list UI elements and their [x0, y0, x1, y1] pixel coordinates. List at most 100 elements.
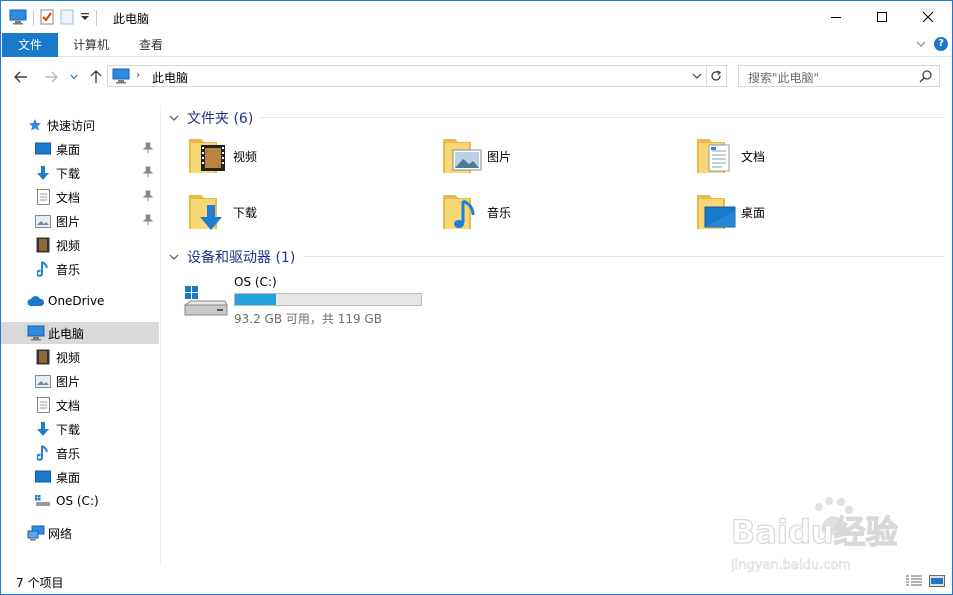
- tab-file[interactable]: 文件: [2, 33, 58, 57]
- drive-name: OS (C:): [234, 275, 277, 289]
- refresh-button[interactable]: [705, 65, 727, 87]
- recent-locations-button[interactable]: [69, 69, 79, 85]
- sidebar-item-pc-desktop[interactable]: 桌面: [1, 466, 159, 488]
- star-icon: [27, 117, 43, 133]
- minimize-button[interactable]: [813, 1, 859, 33]
- pin-icon[interactable]: [142, 142, 154, 157]
- search-placeholder: 搜索"此电脑": [748, 71, 820, 85]
- help-icon[interactable]: ?: [934, 37, 948, 51]
- sidebar-item-pictures[interactable]: 图片: [1, 210, 159, 232]
- desktop-icon: [35, 141, 51, 157]
- sidebar-item-videos[interactable]: 视频: [1, 234, 159, 256]
- sidebar-item-label: 网络: [48, 526, 73, 541]
- address-history-icon[interactable]: [692, 69, 702, 83]
- search-input[interactable]: 搜索"此电脑": [738, 65, 940, 87]
- sidebar-item-pc-downloads[interactable]: 下载: [1, 418, 159, 440]
- new-folder-icon[interactable]: [60, 9, 74, 28]
- sidebar-item-pc-music[interactable]: 音乐: [1, 442, 159, 464]
- picture-icon: [35, 373, 51, 389]
- pin-icon[interactable]: [142, 166, 154, 181]
- up-arrow-icon: [90, 70, 102, 83]
- watermark-url: jingyan.baidu.com: [731, 558, 851, 573]
- title-bar: 此电脑: [1, 1, 952, 33]
- pin-icon[interactable]: [142, 214, 154, 229]
- sidebar-item-downloads[interactable]: 下载: [1, 162, 159, 184]
- expand-ribbon-icon[interactable]: [916, 37, 926, 51]
- back-button[interactable]: [13, 69, 29, 85]
- video-folder-icon: [187, 133, 229, 180]
- sidebar-item-os-drive[interactable]: OS (C:): [1, 490, 159, 512]
- sidebar-item-label: 文档: [56, 190, 81, 205]
- customize-toolbar-icon[interactable]: [80, 11, 90, 25]
- folder-desktop[interactable]: 桌面: [695, 187, 935, 237]
- chevron-down-icon: [70, 74, 78, 80]
- download-folder-icon: [187, 189, 229, 236]
- drive-icon: [35, 493, 51, 509]
- cloud-icon: [27, 293, 45, 309]
- maximize-icon: [877, 12, 887, 22]
- drive-os-c[interactable]: OS (C:) 93.2 GB 可用，共 119 GB: [183, 273, 443, 326]
- download-icon: [35, 165, 51, 181]
- maximize-button[interactable]: [859, 1, 905, 33]
- group-title: 文件夹 (6): [187, 111, 254, 127]
- folder-pictures[interactable]: 图片: [441, 131, 681, 181]
- sidebar-item-label: 图片: [56, 214, 81, 229]
- sidebar-item-label: 音乐: [56, 262, 81, 277]
- refresh-icon: [710, 70, 721, 81]
- folder-label: 音乐: [487, 205, 512, 220]
- back-arrow-icon: [14, 71, 27, 83]
- sidebar-item-label: 视频: [56, 350, 81, 365]
- desktop-folder-icon: [695, 189, 737, 236]
- breadcrumb-chevron-icon[interactable]: ›: [136, 68, 140, 81]
- folders-group-header[interactable]: 文件夹 (6): [169, 108, 253, 128]
- sidebar-item-label: OS (C:): [56, 494, 99, 508]
- sidebar-item-desktop[interactable]: 桌面: [1, 138, 159, 160]
- drive-usage-bar: [234, 293, 422, 306]
- large-icons-view-icon[interactable]: [929, 575, 945, 590]
- breadcrumb[interactable]: 此电脑: [152, 69, 188, 86]
- picture-icon: [35, 213, 51, 229]
- desktop-icon: [35, 469, 51, 485]
- folder-documents[interactable]: 文档: [695, 131, 935, 181]
- toolbar-divider: [33, 10, 34, 26]
- pin-icon[interactable]: [142, 190, 154, 205]
- document-icon: [35, 189, 51, 205]
- tab-computer[interactable]: 计算机: [63, 33, 119, 57]
- forward-button[interactable]: [43, 69, 59, 85]
- up-button[interactable]: [88, 69, 104, 85]
- watermark-text: Baidu经验: [731, 513, 898, 551]
- properties-icon[interactable]: [40, 9, 54, 28]
- sidebar-item-label: 桌面: [56, 142, 81, 157]
- ribbon-controls: ?: [916, 37, 948, 51]
- folder-music[interactable]: 音乐: [441, 187, 681, 237]
- folder-label: 文档: [741, 149, 766, 164]
- sidebar-item-label: 图片: [56, 374, 81, 389]
- search-icon[interactable]: [919, 69, 933, 86]
- folder-label: 图片: [487, 149, 512, 164]
- folder-downloads[interactable]: 下载: [187, 187, 427, 237]
- address-bar[interactable]: › 此电脑: [107, 65, 707, 87]
- sidebar-item-label: OneDrive: [48, 294, 105, 308]
- tab-view[interactable]: 查看: [123, 33, 179, 57]
- music-icon: [35, 445, 51, 461]
- forward-arrow-icon: [45, 71, 58, 83]
- sidebar-item-pc-pictures[interactable]: 图片: [1, 370, 159, 392]
- details-view-icon[interactable]: [906, 575, 922, 590]
- drive-free-space: 93.2 GB 可用，共 119 GB: [234, 312, 382, 326]
- sidebar-item-documents[interactable]: 文档: [1, 186, 159, 208]
- folder-label: 桌面: [741, 205, 766, 220]
- sidebar-item-label: 视频: [56, 238, 81, 253]
- sidebar-item-quick-access[interactable]: 快速访问: [1, 114, 159, 136]
- video-icon: [35, 237, 51, 253]
- sidebar-item-pc-documents[interactable]: 文档: [1, 394, 159, 416]
- group-divider: [259, 117, 943, 118]
- sidebar-item-onedrive[interactable]: OneDrive: [1, 290, 159, 312]
- devices-group-header[interactable]: 设备和驱动器 (1): [169, 247, 295, 267]
- folder-videos[interactable]: 视频: [187, 131, 427, 181]
- music-icon: [35, 261, 51, 277]
- sidebar-item-network[interactable]: 网络: [1, 522, 159, 544]
- sidebar-item-pc-videos[interactable]: 视频: [1, 346, 159, 368]
- close-button[interactable]: [905, 1, 951, 33]
- sidebar-item-music[interactable]: 音乐: [1, 258, 159, 280]
- sidebar-item-this-pc[interactable]: 此电脑: [1, 322, 159, 344]
